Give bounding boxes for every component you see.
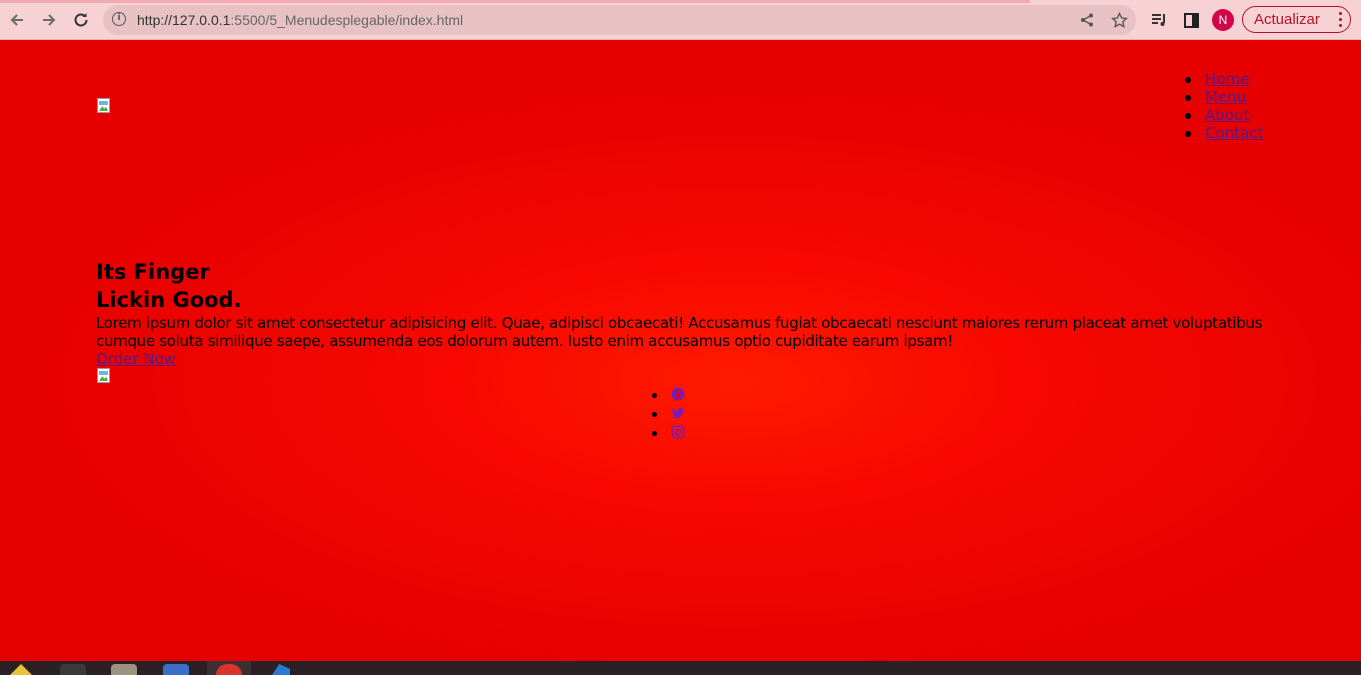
reload-button[interactable]	[69, 8, 93, 32]
hero-title-line2: Lickin Good.	[96, 288, 242, 312]
taskbar-browser-icon[interactable]	[216, 664, 242, 675]
page-viewport: Home Menu About Contact Its Finger Licki…	[0, 40, 1361, 661]
url-path: :5500/5_Menudesplegable/index.html	[230, 12, 464, 28]
update-label: Actualizar	[1254, 11, 1320, 28]
social-links	[652, 385, 685, 442]
nav-link-home[interactable]: Home	[1205, 70, 1249, 88]
nav-item-menu: Menu	[1185, 88, 1263, 106]
main-nav: Home Menu About Contact	[1185, 70, 1263, 142]
share-button[interactable]	[1077, 10, 1097, 30]
star-icon	[1110, 11, 1128, 28]
site-info-icon[interactable]: i	[112, 12, 126, 26]
back-button[interactable]	[5, 8, 29, 32]
order-now-link[interactable]: Order Now	[96, 350, 176, 368]
instagram-icon[interactable]	[671, 425, 685, 439]
media-queue-icon	[1152, 14, 1165, 26]
url-host: http://127.0.0.1	[137, 12, 231, 28]
nav-link-about[interactable]: About	[1205, 106, 1249, 124]
nav-item-home: Home	[1185, 70, 1263, 88]
social-item-facebook	[652, 385, 685, 404]
taskbar-app-icon[interactable]	[10, 664, 32, 675]
browser-toolbar: i http://127.0.0.1:5500/5_Menudesplegabl…	[0, 0, 1361, 40]
reload-icon	[74, 13, 88, 27]
taskbar-files-icon[interactable]	[111, 664, 137, 675]
forward-arrow-icon	[43, 14, 56, 26]
back-arrow-icon	[10, 14, 23, 26]
nav-link-menu[interactable]: Menu	[1205, 88, 1246, 106]
page-load-progress	[0, 0, 1030, 3]
side-panel-button[interactable]	[1180, 9, 1202, 31]
profile-avatar[interactable]: N	[1212, 9, 1234, 31]
forward-button[interactable]	[37, 8, 61, 32]
social-item-twitter	[652, 404, 685, 423]
taskbar-editor-icon[interactable]	[163, 664, 189, 675]
hero-broken-image-icon	[96, 368, 112, 384]
kebab-menu-icon[interactable]	[1339, 12, 1342, 27]
nav-item-about: About	[1185, 106, 1263, 124]
bookmark-button[interactable]	[1109, 10, 1129, 30]
side-panel-icon	[1183, 12, 1199, 28]
nav-link-contact[interactable]: Contact	[1205, 124, 1263, 142]
os-taskbar	[0, 661, 1361, 675]
logo-broken-image-icon	[96, 98, 112, 114]
hero-title-line1: Its Finger	[96, 260, 210, 284]
share-icon	[1081, 13, 1093, 27]
update-button[interactable]: Actualizar	[1242, 6, 1351, 33]
hero-title: Its Finger Lickin Good.	[96, 258, 242, 314]
facebook-icon[interactable]	[671, 387, 685, 401]
taskbar-terminal-icon[interactable]	[60, 664, 86, 675]
taskbar-vscode-icon[interactable]	[272, 664, 290, 675]
address-bar[interactable]: i http://127.0.0.1:5500/5_Menudesplegabl…	[103, 5, 1136, 35]
social-item-instagram	[652, 423, 685, 442]
twitter-icon[interactable]	[671, 406, 685, 420]
url-text[interactable]: http://127.0.0.1:5500/5_Menudesplegable/…	[137, 11, 463, 29]
hero-description: Lorem ipsum dolor sit amet consectetur a…	[96, 314, 1263, 350]
nav-item-contact: Contact	[1185, 124, 1263, 142]
reading-list-button[interactable]	[1148, 9, 1170, 31]
